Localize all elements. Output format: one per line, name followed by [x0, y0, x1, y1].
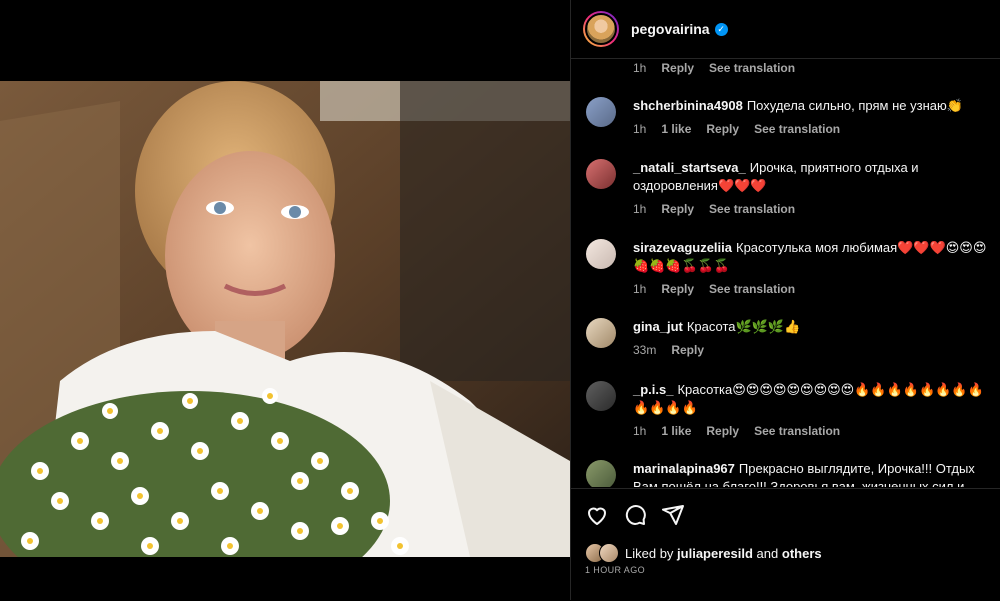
post-photo[interactable]: [0, 81, 570, 557]
post-side-panel: pegovairina ✓ 1h Reply See translation s…: [570, 0, 1000, 600]
comment-body: shcherbinina4908 Похудела сильно, прям не…: [633, 97, 995, 115]
reply-button[interactable]: Reply: [661, 202, 694, 216]
commenter-username[interactable]: _natali_startseva_: [633, 160, 746, 175]
comment-time: 1h: [633, 282, 647, 296]
comment-meta: 1h Reply See translation: [633, 282, 1000, 296]
comment-item: _natali_startseva_ Ирочка, приятного отды…: [571, 159, 1000, 216]
see-translation-button[interactable]: See translation: [709, 202, 795, 216]
comment-body: _p.i.s_ Красотка😍😍😍😍😍😍😍😍😍🔥🔥🔥🔥🔥🔥🔥🔥🔥🔥🔥🔥: [633, 381, 995, 417]
comment-meta: 1h 1 like Reply See translation: [633, 424, 1000, 438]
post-timestamp: 1 HOUR AGO: [585, 565, 646, 575]
verified-badge-icon: ✓: [714, 22, 728, 36]
liker-avatar: [599, 543, 619, 563]
commenter-username[interactable]: marinalapina967: [633, 461, 735, 476]
post-media-area: [0, 0, 570, 600]
likes-summary[interactable]: Liked by juliaperesild and others: [585, 543, 822, 563]
comment-time: 1h: [633, 202, 647, 216]
see-translation-button[interactable]: See translation: [709, 61, 795, 75]
commenter-avatar[interactable]: [586, 318, 616, 348]
comment-time: 1h: [633, 122, 647, 136]
commenter-username[interactable]: _p.i.s_: [633, 382, 673, 397]
see-translation-button[interactable]: See translation: [754, 122, 840, 136]
author-username[interactable]: pegovairina: [631, 21, 710, 37]
comment-item: shcherbinina4908 Похудела сильно, прям не…: [571, 97, 1000, 136]
comment-time: 1h: [633, 424, 647, 438]
liker-username[interactable]: juliaperesild: [677, 546, 753, 561]
comment-text: Красотка😍😍😍😍😍😍😍😍😍🔥🔥🔥🔥🔥🔥🔥🔥🔥🔥🔥🔥: [633, 382, 984, 415]
comment-meta: 1h Reply See translation: [633, 202, 1000, 216]
comment-item: sirazevaguzeliia Красотулька моя любимая❤…: [571, 239, 1000, 296]
reply-button[interactable]: Reply: [661, 282, 694, 296]
likes-text: Liked by juliaperesild and others: [625, 546, 822, 561]
share-icon[interactable]: [661, 503, 685, 527]
comment-meta: 1h 1 like Reply See translation: [633, 122, 1000, 136]
reply-button[interactable]: Reply: [671, 343, 704, 357]
post-header: pegovairina ✓: [571, 0, 1000, 59]
reply-button[interactable]: Reply: [706, 122, 739, 136]
heart-icon[interactable]: [585, 503, 609, 527]
comment-icon[interactable]: [623, 503, 647, 527]
previous-comment-meta: 1h Reply See translation: [633, 61, 795, 75]
likes-others-link[interactable]: others: [782, 546, 822, 561]
comment-body: _natali_startseva_ Ирочка, приятного отды…: [633, 159, 995, 195]
comment-body: marinalapina967 Прекрасно выглядите, Ироч…: [633, 460, 995, 487]
commenter-avatar[interactable]: [586, 460, 616, 487]
commenter-avatar[interactable]: [586, 239, 616, 269]
see-translation-button[interactable]: See translation: [754, 424, 840, 438]
commenter-username[interactable]: gina_jut: [633, 319, 683, 334]
comment-body: gina_jut Красота🌿🌿🌿👍: [633, 318, 995, 336]
comment-likes[interactable]: 1 like: [661, 122, 691, 136]
comment-likes[interactable]: 1 like: [661, 424, 691, 438]
comment-item: gina_jut Красота🌿🌿🌿👍 33m Reply: [571, 318, 1000, 357]
reply-button[interactable]: Reply: [706, 424, 739, 438]
comment-item: marinalapina967 Прекрасно выглядите, Ироч…: [571, 460, 1000, 487]
commenter-username[interactable]: shcherbinina4908: [633, 98, 743, 113]
comment-meta: 33m Reply: [633, 343, 1000, 357]
likes-and: and: [756, 545, 779, 561]
comment-time: 1h: [633, 61, 647, 75]
likes-prefix: Liked by: [625, 545, 674, 561]
author-avatar[interactable]: [583, 11, 619, 47]
comments-list[interactable]: 1h Reply See translation shcherbinina490…: [571, 59, 1000, 487]
comment-time: 33m: [633, 343, 657, 357]
comment-text: Красота🌿🌿🌿👍: [686, 319, 801, 334]
commenter-username[interactable]: sirazevaguzeliia: [633, 240, 732, 255]
commenter-avatar[interactable]: [586, 159, 616, 189]
see-translation-button[interactable]: See translation: [709, 282, 795, 296]
commenter-avatar[interactable]: [586, 381, 616, 411]
photo-illustration: [0, 81, 570, 557]
reply-button[interactable]: Reply: [661, 61, 694, 75]
comment-item: _p.i.s_ Красотка😍😍😍😍😍😍😍😍😍🔥🔥🔥🔥🔥🔥🔥🔥🔥🔥🔥🔥 1h …: [571, 381, 1000, 438]
post-actions: Liked by juliaperesild and others 1 HOUR…: [571, 488, 1000, 601]
comment-text: Похудела сильно, прям не узнаю👏: [746, 98, 963, 113]
comment-body: sirazevaguzeliia Красотулька моя любимая❤…: [633, 239, 995, 275]
commenter-avatar[interactable]: [586, 97, 616, 127]
